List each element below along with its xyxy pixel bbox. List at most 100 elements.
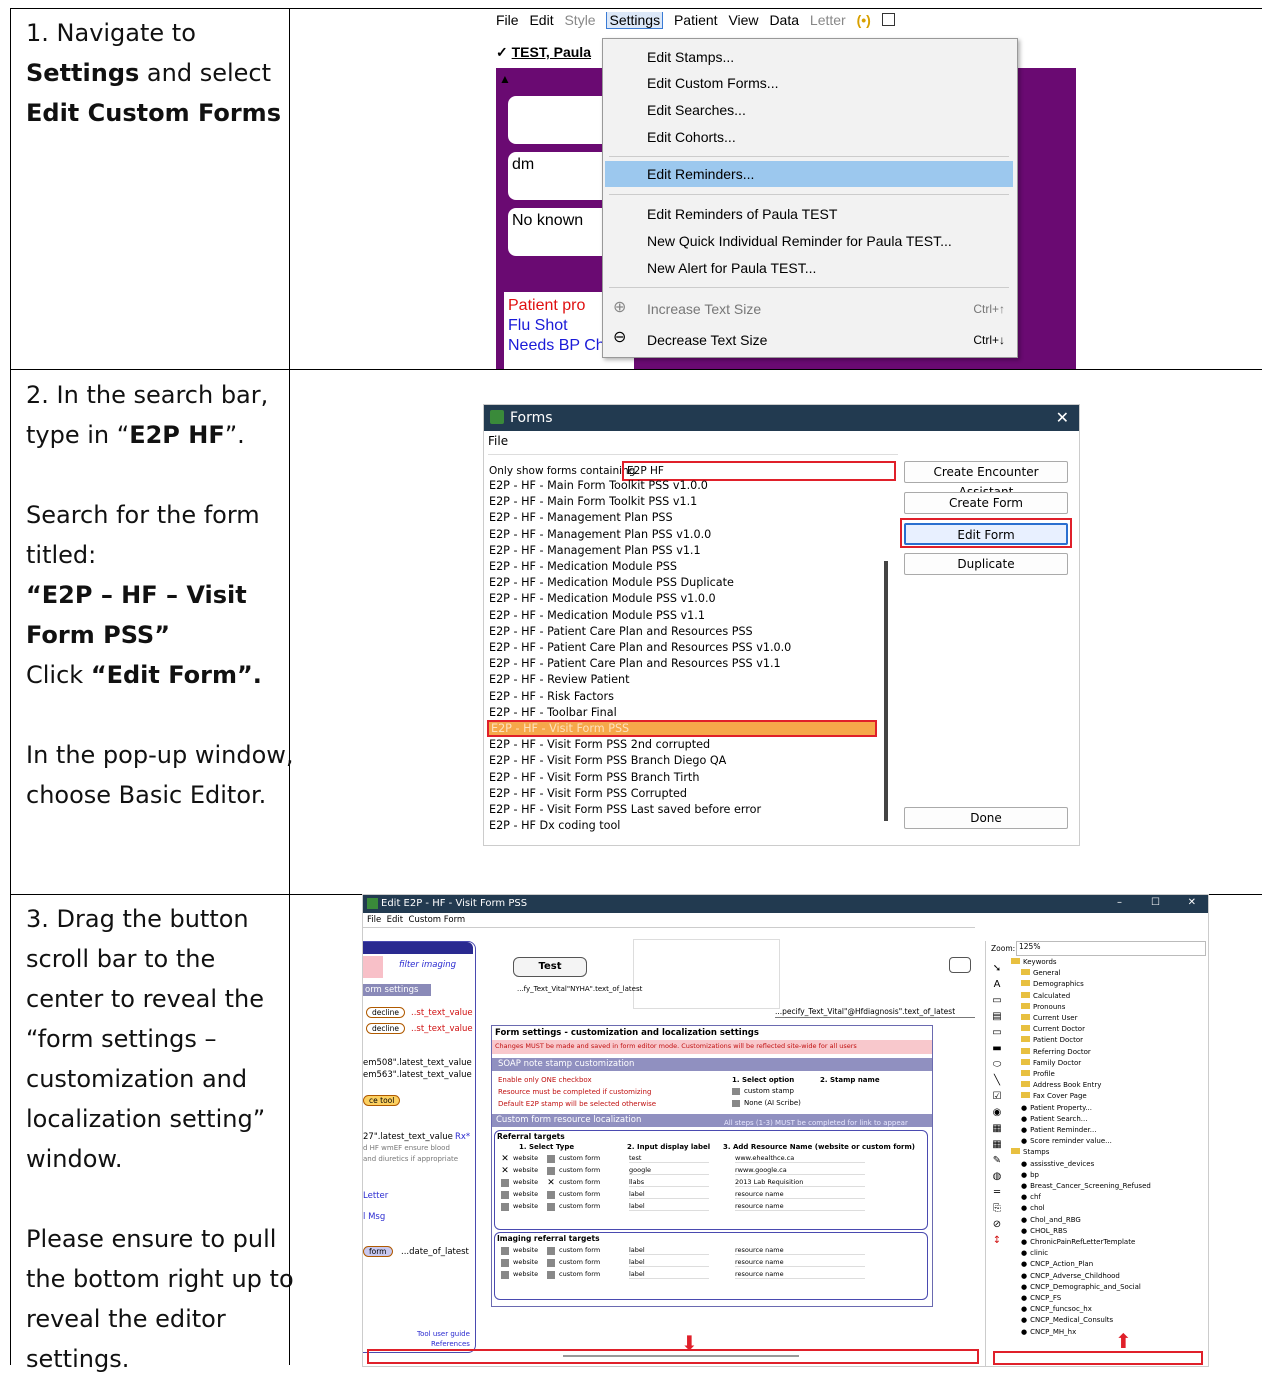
resource-name-input[interactable]: resource name	[735, 1246, 865, 1255]
list-scrollbar[interactable]	[884, 561, 888, 821]
rx-link[interactable]: Rx*	[455, 1132, 470, 1142]
website-checkbox[interactable]	[501, 1203, 509, 1211]
separator-tool-icon[interactable]: ═	[989, 1185, 1005, 1201]
tree-item[interactable]: ● CHOL_RBS	[1021, 1227, 1067, 1235]
menu-style[interactable]: Style	[564, 12, 595, 28]
radio-tool-icon[interactable]: ◉	[989, 1105, 1005, 1121]
form-list-item[interactable]: E2P - HF - Visit Form PSS Branch Tirth	[489, 771, 699, 784]
menu-settings[interactable]: Settings	[606, 12, 664, 29]
website-checkbox[interactable]	[501, 1259, 509, 1267]
forms-list[interactable]: E2P - HF - Main Form Toolkit PSS v1.0.0 E…	[484, 479, 894, 845]
custom-form-checkbox[interactable]	[547, 1167, 555, 1175]
form-list-item[interactable]: E2P - HF - Medication Module PSS Duplica…	[489, 576, 734, 589]
website-checkbox[interactable]	[501, 1191, 509, 1199]
tree-folder[interactable]: Profile	[1021, 1070, 1055, 1078]
textarea-tool-icon[interactable]: ▤	[989, 1009, 1005, 1025]
form-list-item[interactable]: E2P - HF - Patient Care Plan and Resourc…	[489, 641, 791, 654]
resource-name-input[interactable]: resource name	[735, 1258, 865, 1267]
edit-form-button[interactable]: Edit Form	[904, 523, 1068, 545]
display-label-input[interactable]: label	[629, 1190, 709, 1199]
display-label-input[interactable]: label	[629, 1246, 709, 1255]
menu-item-edit-reminders[interactable]: Edit Reminders...	[647, 166, 754, 182]
form-list-item[interactable]: E2P - HF - Main Form Toolkit PSS v1.0.0	[489, 479, 708, 492]
tree-item[interactable]: ● CNCP_Medical_Consults	[1021, 1316, 1113, 1324]
references-link[interactable]: References	[431, 1340, 470, 1348]
tree-item[interactable]: ● ChronicPainRefLetterTemplate	[1021, 1238, 1135, 1246]
search-input[interactable]: E2P HF	[622, 461, 896, 481]
edit-tool-icon[interactable]: ✎	[989, 1153, 1005, 1169]
tree-item[interactable]: ● CNCP_Demographic_and_Social	[1021, 1283, 1141, 1291]
tree-item[interactable]: ● Breast_Cancer_Screening_Refused	[1021, 1182, 1151, 1190]
menu-item-increase-text[interactable]: Increase Text Size	[647, 301, 761, 317]
maximize-icon[interactable]: ☐	[1151, 897, 1160, 908]
form-settings-tab[interactable]: orm settings	[363, 984, 431, 996]
form-pill[interactable]: form	[363, 1246, 393, 1257]
button-tool-icon[interactable]: ▬	[989, 1041, 1005, 1057]
editor-menu-file[interactable]: File	[367, 915, 381, 925]
custom-form-checkbox[interactable]	[547, 1247, 555, 1255]
tree-item[interactable]: ● Chol_and_RBG	[1021, 1216, 1081, 1224]
menu-item-edit-searches[interactable]: Edit Searches...	[647, 102, 746, 118]
field-tool-icon[interactable]: ▭	[989, 1025, 1005, 1041]
tree-folder[interactable]: Demographics	[1021, 980, 1084, 988]
zoom-select[interactable]: 125%	[1016, 941, 1206, 956]
list-tool-icon[interactable]: ▦	[989, 1121, 1005, 1137]
tree-item[interactable]: ● chf	[1021, 1193, 1041, 1201]
msg-link[interactable]: l Msg	[363, 1212, 385, 1222]
menu-item-edit-cohorts[interactable]: Edit Cohorts...	[647, 129, 736, 145]
create-encounter-assistant-button[interactable]: Create Encounter Assistant	[904, 461, 1068, 499]
website-checkbox[interactable]	[501, 1247, 509, 1255]
filter-imaging-link[interactable]: filter imaging	[399, 960, 456, 970]
tool-pill[interactable]: ce tool	[363, 1095, 401, 1106]
editor-menu-custom-form[interactable]: Custom Form	[409, 915, 466, 925]
checkbox[interactable]	[732, 1088, 740, 1095]
custom-form-checkbox[interactable]	[547, 1155, 555, 1163]
tree-folder[interactable]: Calculated	[1021, 991, 1070, 1000]
tree-item[interactable]: ● chol	[1021, 1204, 1045, 1212]
tree-item[interactable]: ● CNCP_MH_hx	[1021, 1328, 1076, 1336]
form-list-item[interactable]: E2P - HF - Review Patient	[489, 673, 630, 686]
patient-name[interactable]: TEST, Paula	[512, 44, 591, 60]
keywords-tree[interactable]: Keywords General Demographics Calculated Pro…	[1009, 958, 1205, 1338]
tree-item[interactable]: ● CNCP_FS	[1021, 1294, 1061, 1302]
oval-tool-icon[interactable]: ⬭	[989, 1057, 1005, 1073]
page-break-icon[interactable]: ⎘	[989, 1201, 1005, 1217]
editor-menu-edit[interactable]: Edit	[387, 915, 403, 925]
tree-item[interactable]: ● Patient Property...	[1021, 1104, 1092, 1112]
tree-item[interactable]: ● Patient Reminder...	[1021, 1126, 1096, 1134]
tree-folder[interactable]: Address Book Entry	[1021, 1081, 1101, 1089]
tree-folder[interactable]: Current Doctor	[1021, 1025, 1085, 1033]
website-checkbox[interactable]	[501, 1179, 509, 1187]
tree-folder[interactable]: Referring Doctor	[1021, 1047, 1091, 1056]
custom-form-checkbox[interactable]	[547, 1203, 555, 1211]
resource-name-input[interactable]: resource name	[735, 1270, 865, 1279]
custom-form-checkbox[interactable]	[547, 1271, 555, 1279]
menu-item-new-quick-reminder[interactable]: New Quick Individual Reminder for Paula …	[647, 233, 952, 249]
menu-item-edit-reminders-of-patient[interactable]: Edit Reminders of Paula TEST	[647, 206, 837, 222]
menu-view[interactable]: View	[728, 12, 758, 28]
menu-item-edit-stamps[interactable]: Edit Stamps...	[647, 49, 734, 65]
form-list-item-selected[interactable]: E2P - HF - Visit Form PSS	[487, 720, 877, 737]
form-list-item[interactable]: E2P - HF - Visit Form PSS Branch Diego Q…	[489, 754, 726, 767]
form-list-item[interactable]: E2P - HF - Patient Care Plan and Resourc…	[489, 625, 753, 638]
tree-item[interactable]: ● Score reminder value...	[1021, 1137, 1112, 1145]
external-window-icon[interactable]	[881, 13, 895, 26]
resize-tool-icon[interactable]: ↕	[989, 1233, 1005, 1249]
close-icon[interactable]: ✕	[1188, 897, 1196, 908]
form-list-item[interactable]: E2P - HF - Management Plan PSS v1.0.0	[489, 528, 711, 541]
form-list-item[interactable]: E2P - HF - Main Form Toolkit PSS v1.1	[489, 495, 697, 508]
grid-tool-icon[interactable]: ▦	[989, 1137, 1005, 1153]
tool-user-guide-link[interactable]: Tool user guide	[417, 1330, 470, 1338]
display-label-input[interactable]: test	[629, 1154, 709, 1163]
website-checkbox[interactable]: ✕	[501, 1155, 509, 1164]
menu-item-new-alert[interactable]: New Alert for Paula TEST...	[647, 260, 816, 276]
display-label-input[interactable]: google	[629, 1166, 709, 1175]
minimize-icon[interactable]: –	[1117, 897, 1122, 908]
display-label-input[interactable]: label	[629, 1202, 709, 1211]
website-checkbox[interactable]: ✕	[501, 1167, 509, 1176]
custom-form-checkbox[interactable]	[547, 1191, 555, 1199]
image-tool-icon[interactable]: ◍	[989, 1169, 1005, 1185]
checkbox-tool-icon[interactable]: ☑	[989, 1089, 1005, 1105]
tree-folder[interactable]: Patient Doctor	[1021, 1036, 1083, 1044]
display-label-input[interactable]: label	[629, 1270, 709, 1279]
